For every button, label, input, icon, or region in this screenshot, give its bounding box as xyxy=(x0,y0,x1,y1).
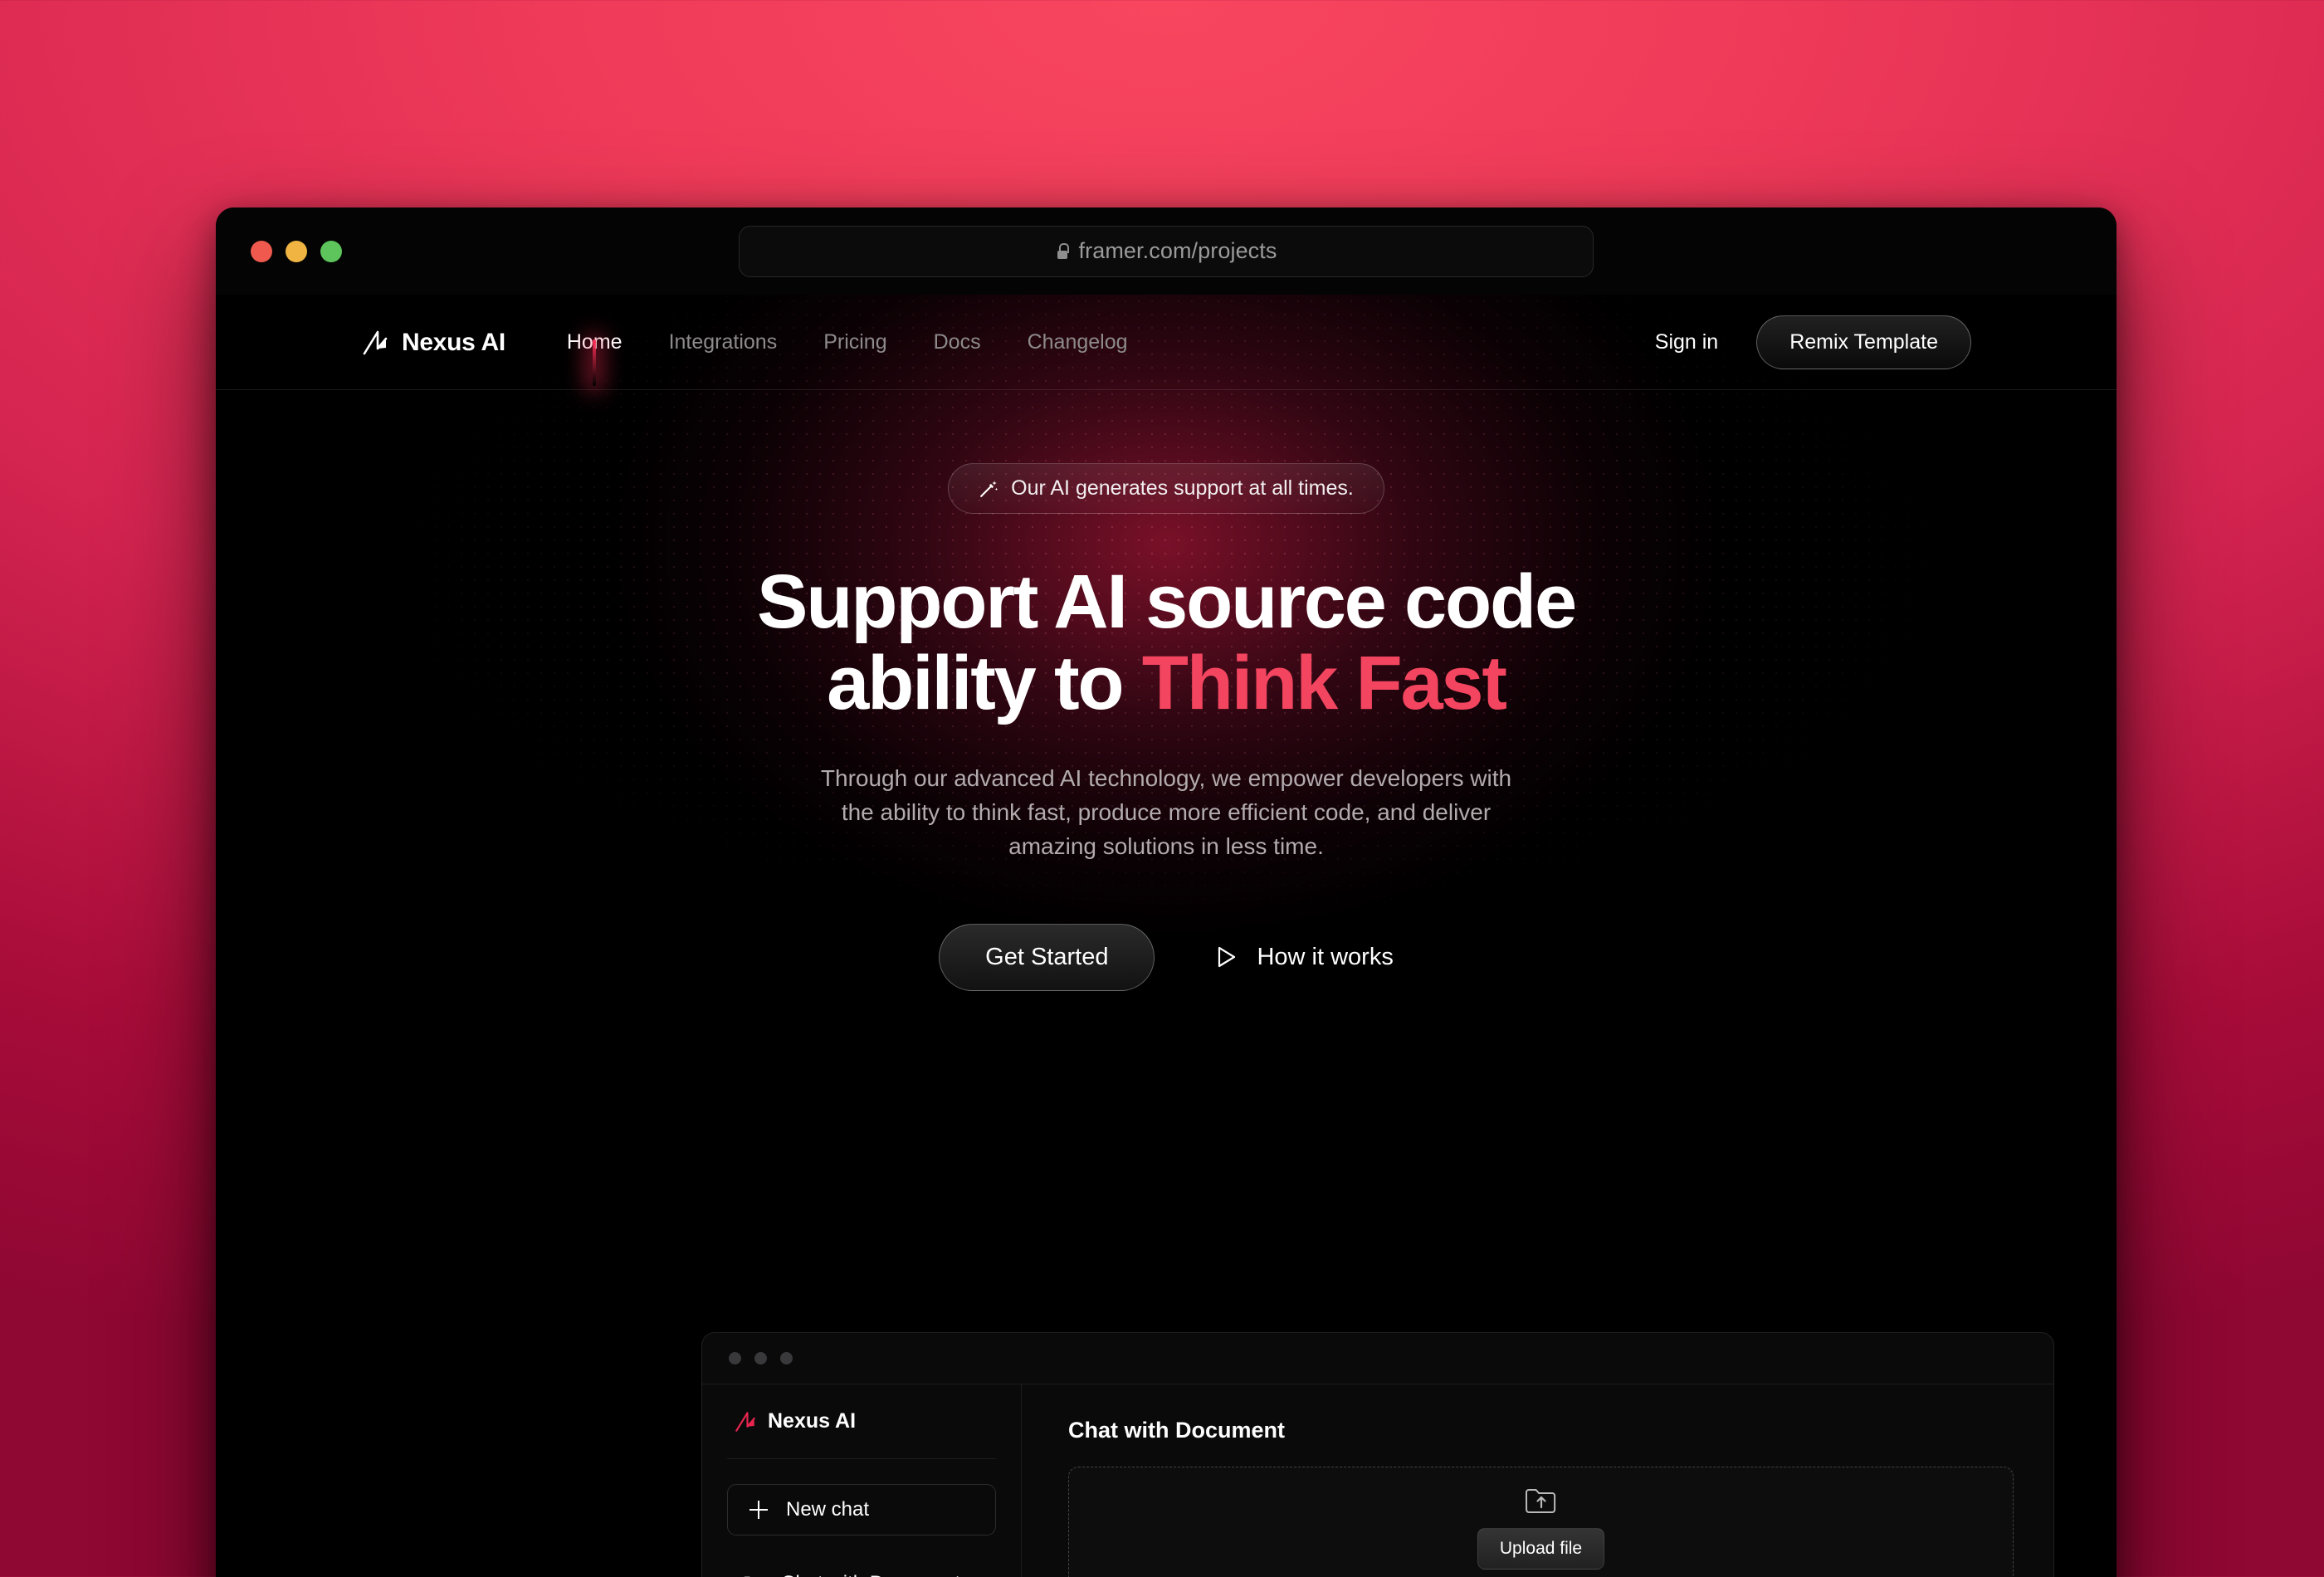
magic-wand-icon xyxy=(980,481,998,497)
nav-link-integrations[interactable]: Integrations xyxy=(646,330,801,354)
hero-badge: Our AI generates support at all times. xyxy=(948,463,1384,514)
address-bar[interactable]: framer.com/projects xyxy=(739,225,1594,277)
nav-link-docs[interactable]: Docs xyxy=(911,330,1004,354)
app-sidebar-logo: Nexus AI xyxy=(727,1409,996,1459)
get-started-button[interactable]: Get Started xyxy=(939,923,1155,991)
hero-cta-group: Get Started How it works xyxy=(216,923,2116,991)
app-dot-close xyxy=(729,1352,741,1365)
browser-chrome-bar: framer.com/projects xyxy=(216,208,2116,295)
nav-links: Home Integrations Pricing Docs Changelog xyxy=(544,330,1151,354)
app-dot-minimize xyxy=(754,1352,767,1365)
app-preview-titlebar xyxy=(702,1333,2053,1384)
hero-section: Our AI generates support at all times. S… xyxy=(216,390,2116,991)
hero-title-line2-plain: ability to xyxy=(827,640,1142,725)
hero-title-line2-accent: Think Fast xyxy=(1141,640,1507,725)
nav-link-pricing[interactable]: Pricing xyxy=(800,330,910,354)
hero-subtitle: Through our advanced AI technology, we e… xyxy=(820,765,1512,859)
traffic-light-minimize[interactable] xyxy=(286,240,307,262)
lock-icon xyxy=(1056,243,1069,259)
app-main-panel: Chat with Document Upload file or Drop P… xyxy=(1022,1384,2053,1577)
chat-with-document-title: Chat with Document xyxy=(1068,1418,1285,1443)
app-preview-body: Nexus AI New chat Chat with Document C xyxy=(702,1384,2053,1577)
site-logo[interactable]: Nexus AI xyxy=(361,329,505,357)
app-sidebar: Nexus AI New chat Chat with Document xyxy=(702,1384,1022,1577)
sign-in-link[interactable]: Sign in xyxy=(1655,330,1718,354)
traffic-light-close[interactable] xyxy=(251,240,272,262)
nav-link-changelog[interactable]: Changelog xyxy=(1004,330,1151,354)
nav-actions: Sign in Remix Template xyxy=(1655,315,1971,369)
sidebar-item-chat-with-document[interactable]: Chat with Document xyxy=(727,1572,996,1577)
new-chat-label: New chat xyxy=(786,1498,870,1521)
nav-link-home[interactable]: Home xyxy=(544,330,646,354)
browser-window: framer.com/projects Nexus AI Home Integr… xyxy=(216,208,2116,1577)
website-viewport: Nexus AI Home Integrations Pricing Docs … xyxy=(216,295,2116,1577)
play-triangle-icon xyxy=(1216,945,1238,969)
how-it-works-label: How it works xyxy=(1257,943,1394,970)
new-chat-button[interactable]: New chat xyxy=(727,1484,996,1536)
nexus-logo-icon xyxy=(363,330,388,354)
nexus-logo-icon xyxy=(735,1411,755,1432)
app-sidebar-brand-label: Nexus AI xyxy=(768,1409,857,1433)
address-bar-url: framer.com/projects xyxy=(1078,238,1277,263)
hero-title-line1: Support AI source code xyxy=(757,559,1577,644)
folder-upload-icon xyxy=(1525,1489,1555,1513)
plus-icon xyxy=(749,1501,768,1519)
traffic-light-maximize[interactable] xyxy=(320,240,342,262)
remix-template-button[interactable]: Remix Template xyxy=(1756,315,1971,369)
upload-file-button[interactable]: Upload file xyxy=(1477,1528,1605,1570)
app-dot-maximize xyxy=(780,1352,793,1365)
site-logo-label: Nexus AI xyxy=(402,328,505,356)
site-navbar: Nexus AI Home Integrations Pricing Docs … xyxy=(216,295,2116,390)
page-title: Support AI source code ability to Think … xyxy=(216,559,2116,725)
app-preview-window: Nexus AI New chat Chat with Document C xyxy=(701,1332,2054,1577)
how-it-works-link[interactable]: How it works xyxy=(1216,943,1394,971)
file-dropzone[interactable]: Upload file or Drop PDF / Doc here xyxy=(1068,1467,2014,1577)
hero-badge-label: Our AI generates support at all times. xyxy=(1011,476,1354,500)
sidebar-chat-doc-label: Chat with Document xyxy=(781,1572,960,1577)
